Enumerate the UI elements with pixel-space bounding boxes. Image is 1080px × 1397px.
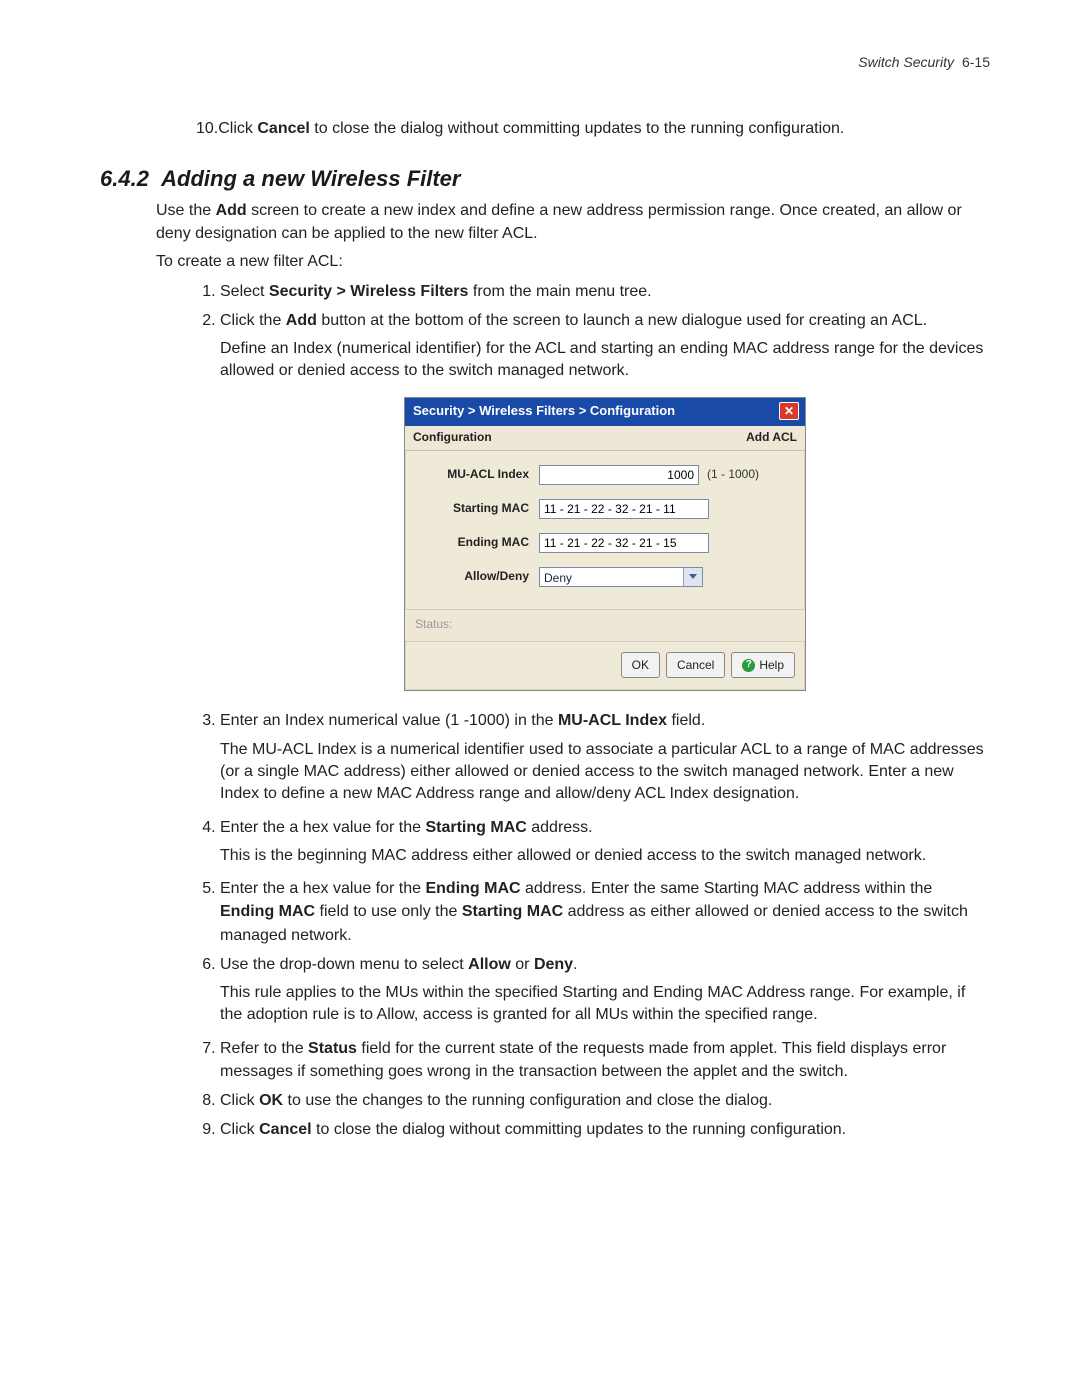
- ending-mac-input[interactable]: [539, 533, 709, 553]
- label-allow-deny: Allow/Deny: [421, 568, 529, 585]
- mu-acl-index-term: MU-ACL Index: [558, 712, 667, 729]
- starting-mac-term-2: Starting MAC: [462, 903, 563, 920]
- step-6-detail: This rule applies to the MUs within the …: [220, 982, 990, 1027]
- status-row: Status:: [405, 609, 805, 642]
- add-acl-dialog: Security > Wireless Filters > Configurat…: [404, 397, 806, 692]
- section-heading: 6.4.2 Adding a new Wireless Filter: [100, 166, 990, 192]
- close-icon: ✕: [784, 405, 794, 417]
- add-term: Add: [216, 202, 247, 219]
- step-1: Select Security > Wireless Filters from …: [220, 280, 990, 303]
- status-label: Status:: [415, 617, 452, 631]
- section-title: Adding a new Wireless Filter: [161, 166, 460, 191]
- help-button[interactable]: ? Help: [731, 652, 795, 678]
- ending-mac-term-1: Ending MAC: [425, 880, 520, 897]
- step-4: Enter the a hex value for the Starting M…: [220, 816, 990, 868]
- sub-left: Configuration: [413, 429, 492, 446]
- label-ending-mac: Ending MAC: [421, 534, 529, 551]
- step-3: Enter an Index numerical value (1 -1000)…: [220, 709, 990, 805]
- ok-term: OK: [259, 1092, 283, 1109]
- allow-deny-select[interactable]: Deny: [539, 567, 703, 587]
- pre-step-10: 10.Click Cancel to close the dialog with…: [196, 118, 980, 140]
- step-4-detail: This is the beginning MAC address either…: [220, 845, 990, 867]
- step-2-detail: Define an Index (numerical identifier) f…: [220, 338, 990, 383]
- step-9: Click Cancel to close the dialog without…: [220, 1118, 990, 1141]
- deny-term: Deny: [534, 956, 573, 973]
- dropdown-arrow: [683, 568, 702, 586]
- status-term: Status: [308, 1040, 357, 1057]
- step-5: Enter the a hex value for the Ending MAC…: [220, 877, 990, 947]
- close-button[interactable]: ✕: [779, 402, 799, 420]
- label-index: MU-ACL Index: [421, 466, 529, 483]
- starting-mac-input[interactable]: [539, 499, 709, 519]
- step-3-detail: The MU-ACL Index is a numerical identifi…: [220, 739, 990, 806]
- menu-path: Security > Wireless Filters: [269, 283, 469, 300]
- dialog-subheader: Configuration Add ACL: [405, 426, 805, 451]
- dialog-titlebar: Security > Wireless Filters > Configurat…: [405, 398, 805, 426]
- allow-deny-value: Deny: [540, 568, 683, 586]
- intro-para-1: Use the Add screen to create a new index…: [156, 200, 980, 245]
- chevron-down-icon: [689, 574, 697, 579]
- dialog-title: Security > Wireless Filters > Configurat…: [413, 402, 675, 421]
- help-icon: ?: [742, 659, 755, 672]
- cancel-term-2: Cancel: [259, 1121, 311, 1138]
- ok-button[interactable]: OK: [621, 652, 660, 678]
- step-7: Refer to the Status field for the curren…: [220, 1037, 990, 1083]
- mu-acl-index-input[interactable]: [539, 465, 699, 485]
- intro-para-2: To create a new filter ACL:: [156, 251, 980, 273]
- cancel-button[interactable]: Cancel: [666, 652, 725, 678]
- starting-mac-term: Starting MAC: [425, 819, 526, 836]
- allow-term: Allow: [468, 956, 511, 973]
- sub-right: Add ACL: [746, 429, 797, 446]
- chapter-title: Switch Security: [858, 54, 954, 70]
- ending-mac-term-2: Ending MAC: [220, 903, 315, 920]
- step-2: Click the Add button at the bottom of th…: [220, 309, 990, 692]
- section-number: 6.4.2: [100, 166, 149, 191]
- step-6: Use the drop-down menu to select Allow o…: [220, 953, 990, 1027]
- step-8: Click OK to use the changes to the runni…: [220, 1089, 990, 1112]
- step-number: 10.: [196, 120, 218, 137]
- index-range: (1 - 1000): [707, 466, 759, 483]
- cancel-term: Cancel: [257, 120, 309, 137]
- page-number: 6-15: [962, 54, 990, 70]
- add-button-term: Add: [286, 312, 317, 329]
- label-starting-mac: Starting MAC: [421, 500, 529, 517]
- page-header: Switch Security 6-15: [100, 54, 990, 70]
